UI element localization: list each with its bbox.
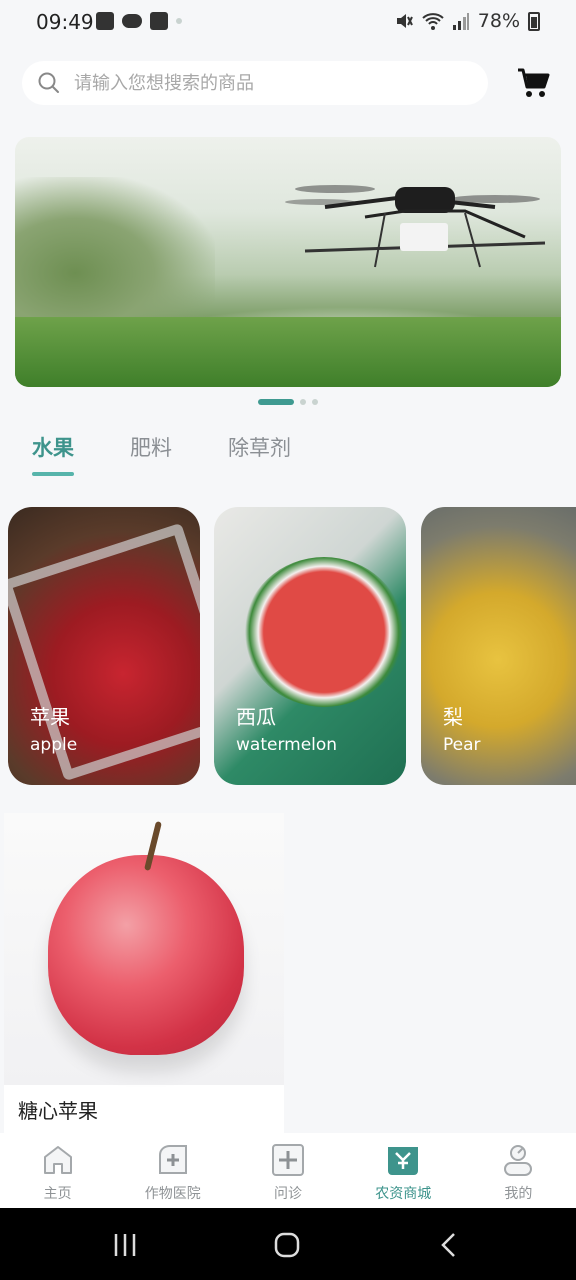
mute-icon bbox=[396, 14, 413, 28]
carousel-dot-2[interactable] bbox=[300, 399, 306, 405]
cart-icon[interactable] bbox=[516, 66, 550, 100]
search-input[interactable] bbox=[74, 67, 474, 99]
category-title: 苹果 bbox=[30, 705, 70, 729]
nav-home[interactable]: 主页 bbox=[0, 1133, 115, 1208]
wifi-icon bbox=[422, 13, 444, 30]
nav-crop-hospital[interactable]: 作物医院 bbox=[115, 1133, 230, 1208]
bottom-nav: 主页 作物医院 问诊 农资商城 我的 bbox=[0, 1133, 576, 1208]
back-icon[interactable] bbox=[434, 1230, 464, 1260]
subcategory-list: 苹果 apple 西瓜 watermelon 梨 Pear bbox=[8, 507, 576, 785]
tab-fertilizer[interactable]: 肥料 bbox=[130, 432, 172, 476]
category-subtitle: Pear bbox=[443, 735, 481, 755]
category-card-watermelon[interactable]: 西瓜 watermelon bbox=[214, 507, 406, 785]
status-right: 78% bbox=[394, 10, 540, 32]
product-name: 糖心苹果 bbox=[18, 1099, 98, 1123]
recent-apps-icon[interactable] bbox=[110, 1230, 140, 1260]
home-icon bbox=[43, 1146, 72, 1174]
category-subtitle: apple bbox=[30, 735, 78, 755]
carousel-dot-3[interactable] bbox=[312, 399, 318, 405]
status-left-icons bbox=[96, 12, 182, 30]
search-bar[interactable] bbox=[22, 61, 488, 105]
nav-label: 农资商城 bbox=[375, 1186, 432, 1202]
nav-consult[interactable]: 问诊 bbox=[230, 1133, 345, 1208]
status-time: 09:49 bbox=[36, 10, 94, 34]
banner-field bbox=[15, 317, 561, 387]
crop-hospital-icon bbox=[158, 1145, 187, 1174]
banner-carousel[interactable] bbox=[15, 137, 561, 387]
gallery-icon bbox=[96, 12, 114, 30]
product-image bbox=[4, 813, 284, 1085]
checkbox-icon bbox=[150, 12, 168, 30]
consult-plus-icon bbox=[272, 1144, 304, 1176]
nav-shop[interactable]: 农资商城 bbox=[346, 1133, 461, 1208]
nav-label: 主页 bbox=[43, 1186, 72, 1202]
status-bar: 09:49 78% bbox=[0, 0, 576, 48]
shop-bag-icon bbox=[388, 1147, 419, 1175]
product-card[interactable]: 糖心苹果 bbox=[4, 813, 284, 1133]
home-button-icon[interactable] bbox=[272, 1230, 302, 1260]
apple-image bbox=[48, 855, 244, 1055]
profile-icon bbox=[504, 1145, 533, 1176]
drone-image bbox=[285, 185, 546, 268]
category-tabs: 水果 肥料 除草剂 bbox=[32, 432, 347, 476]
category-title: 梨 bbox=[443, 705, 463, 729]
nav-profile[interactable]: 我的 bbox=[461, 1133, 576, 1208]
nav-label: 问诊 bbox=[274, 1186, 302, 1202]
battery-icon bbox=[528, 11, 540, 31]
cloud-icon bbox=[122, 14, 142, 28]
dot-icon bbox=[176, 18, 182, 24]
carousel-dot-1[interactable] bbox=[258, 399, 294, 405]
system-nav-bar bbox=[0, 1208, 576, 1280]
nav-label: 我的 bbox=[504, 1186, 533, 1202]
signal-icon bbox=[452, 13, 469, 30]
category-card-pear[interactable]: 梨 Pear bbox=[421, 507, 576, 785]
tab-herbicide[interactable]: 除草剂 bbox=[228, 432, 291, 476]
tab-fruit[interactable]: 水果 bbox=[32, 432, 74, 476]
search-icon bbox=[38, 72, 59, 93]
category-subtitle: watermelon bbox=[236, 735, 338, 755]
category-title: 西瓜 bbox=[236, 705, 276, 729]
carousel-indicator bbox=[0, 398, 576, 406]
battery-percent: 78% bbox=[477, 10, 520, 32]
category-card-apple[interactable]: 苹果 apple bbox=[8, 507, 200, 785]
nav-label: 作物医院 bbox=[144, 1186, 201, 1202]
